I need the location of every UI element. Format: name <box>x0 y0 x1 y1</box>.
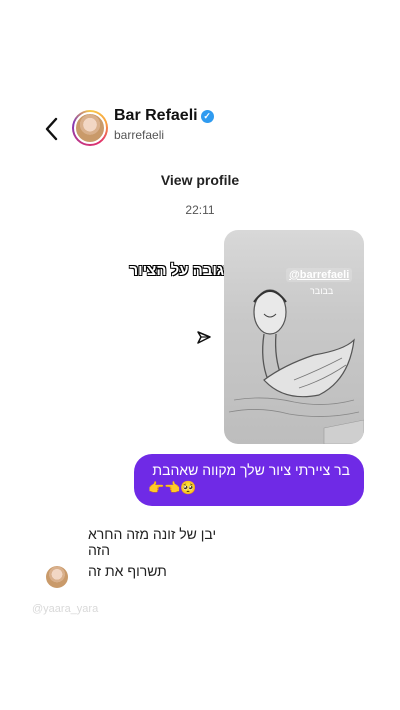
story-mention: @barrefaeli <box>286 268 353 282</box>
message-timestamp: 22:11 <box>185 203 215 217</box>
sent-message-bubble[interactable]: בר ציירתי ציור שלך מקווה שאהבת 👉👈🥺 <box>134 454 364 506</box>
avatar[interactable] <box>46 566 68 588</box>
paper-plane-icon[interactable] <box>196 330 212 346</box>
story-preview[interactable]: @barrefaeli בבובר <box>224 230 364 444</box>
story-subtext: בבובר <box>310 286 334 296</box>
verified-badge-icon: ✓ <box>200 110 214 123</box>
avatar[interactable] <box>72 110 108 146</box>
watermark: @yaara_yara <box>32 603 99 615</box>
contact-name[interactable]: Bar Refaeli ✓ <box>114 107 214 125</box>
chat-header: Bar Refaeli ✓ barrefaeli <box>0 100 400 160</box>
sent-message-text: בר ציירתי ציור שלך מקווה שאהבת <box>152 462 350 478</box>
received-message-text[interactable]: תשרוף את זה <box>88 563 167 579</box>
view-profile-button[interactable]: View profile <box>0 172 400 188</box>
contact-handle: barrefaeli <box>114 128 165 142</box>
chevron-left-icon[interactable] <box>40 114 64 144</box>
sent-message-emoji: 👉👈🥺 <box>148 480 197 495</box>
swan-drawing <box>228 289 364 444</box>
received-message-text[interactable]: יבן של זונה מזה החרא הזה <box>88 526 238 558</box>
